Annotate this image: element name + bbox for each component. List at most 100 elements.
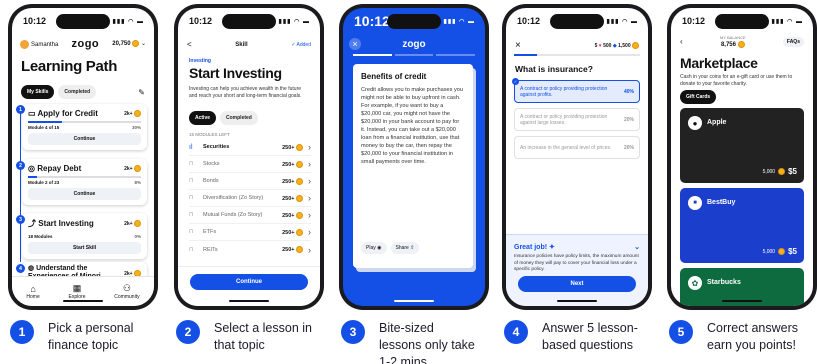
lesson-points: 250+: [282, 195, 295, 202]
skill-card[interactable]: ◎ Repay Debt 2k+ Module 2 of 23 8% Continu…: [22, 159, 147, 205]
start-skill-button[interactable]: Start Skill: [28, 242, 141, 254]
tab-completed[interactable]: Completed: [220, 111, 258, 125]
lesson-points: 250+: [282, 161, 295, 168]
dynamic-island: [387, 14, 441, 29]
brand-name: Apple: [707, 119, 727, 126]
answer-option[interactable]: A contract or policy providing protectio…: [514, 108, 640, 131]
signal-icons: ▮▮▮ ◠ ▬: [443, 18, 475, 25]
lesson-name: ETFs: [203, 229, 217, 235]
step-badge: 3: [341, 320, 365, 344]
progress-label: 18 Modules: [28, 234, 53, 239]
lesson-row[interactable]: ⊓ Mutual Funds (Zo Story) 250+ ›: [189, 207, 311, 224]
lesson-row[interactable]: ⊓ REITs 250+ ›: [189, 241, 311, 258]
feedback-title: Great job!: [514, 244, 548, 251]
added-button[interactable]: ✓ Added: [291, 42, 311, 48]
back-arrow-icon[interactable]: ‹: [680, 37, 683, 46]
question-screen: 10:12 ▮▮▮ ◠ ▬ × 5 ♥ 500 ◆ 1,500 What is i…: [506, 8, 648, 306]
share-button[interactable]: Share ⇧: [390, 242, 420, 254]
chip-gift-cards[interactable]: Gift Cards: [680, 90, 717, 104]
chevron-right-icon: ›: [308, 210, 311, 220]
continue-button[interactable]: Continue: [28, 188, 141, 200]
progress-segment: [436, 54, 476, 56]
skill-card[interactable]: ▭ Apply for Credit 2k+ Module 4 of 15 30% …: [22, 104, 147, 150]
progress-fill: [28, 176, 38, 178]
caption-text: Pick a personal finance topic: [48, 321, 134, 352]
status-time: 10:12: [23, 16, 47, 26]
chevron-right-icon: ›: [308, 227, 311, 237]
progress-segment: [353, 54, 392, 56]
growth-icon: ⤴: [28, 219, 36, 228]
coin-icon: [134, 220, 141, 227]
continue-button[interactable]: Continue: [190, 274, 308, 290]
close-icon[interactable]: ×: [515, 40, 521, 51]
step-number: 3: [16, 215, 25, 224]
points-balance[interactable]: 20,750 ⌄: [112, 40, 146, 48]
lesson-name: Bonds: [203, 178, 219, 184]
next-button[interactable]: Next: [518, 276, 636, 292]
faqs-button[interactable]: FAQs: [782, 36, 804, 47]
dollar-value: $5: [788, 167, 797, 176]
lesson-row[interactable]: ⊓ ETFs 250+ ›: [189, 224, 311, 241]
chevron-down-icon[interactable]: ⌄: [634, 243, 640, 251]
back-arrow-icon[interactable]: <: [187, 40, 192, 49]
learning-path-header: Samantha zogo 20,750 ⌄: [20, 38, 146, 50]
edit-icon[interactable]: ✎: [138, 88, 145, 97]
starbucks-logo-icon: ✿: [688, 276, 702, 290]
lives-count: 5: [594, 42, 598, 49]
coin-icon: [778, 168, 786, 175]
answer-percent: 20%: [623, 116, 634, 123]
lesson-name: REITs: [203, 246, 218, 253]
card-price: 5,000 $5: [763, 167, 797, 176]
zogo-logo: zogo: [402, 39, 426, 50]
play-button[interactable]: Play ◉: [361, 242, 387, 254]
lesson-name: Diversification (Zo Story): [203, 195, 264, 201]
tab-community[interactable]: ⚇ Community: [114, 283, 139, 300]
skill-card[interactable]: ⤴ Start Investing 2k+ 18 Modules 0% Start …: [22, 213, 147, 259]
coin-icon: [632, 42, 639, 49]
answer-option[interactable]: An increase in the general level of pric…: [514, 136, 640, 159]
step-badge: 5: [669, 320, 693, 344]
lesson-card[interactable]: Benefits of credit Credit allows you to …: [353, 64, 473, 268]
question-text: What is insurance?: [515, 64, 593, 74]
continue-button[interactable]: Continue: [28, 133, 141, 145]
page-title: Learning Path: [21, 58, 118, 75]
progress-bar: [28, 121, 141, 123]
lesson-row[interactable]: ⊓ Diversification (Zo Story) 250+ ›: [189, 190, 311, 207]
lock-icon: ⊓: [189, 212, 194, 218]
progress-fill: [28, 121, 62, 123]
lesson-row[interactable]: ⊓ Stocks 250+ ›: [189, 156, 311, 173]
coin-cost: 5,000: [762, 168, 776, 175]
balance-display: MY BALANCE 8,756: [720, 35, 746, 48]
tab-explore[interactable]: ▦ Explore: [69, 283, 86, 300]
lock-icon: ⊓: [189, 178, 194, 184]
progress-segment: [394, 54, 434, 56]
tab-home[interactable]: ⌂ Home: [26, 284, 39, 300]
gift-card-bestbuy[interactable]: ■ BestBuy 5,000 $5: [680, 188, 804, 263]
phone-question: 10:12 ▮▮▮ ◠ ▬ × 5 ♥ 500 ◆ 1,500 What is i…: [502, 4, 652, 310]
skill-points: 2k+: [124, 165, 133, 172]
tab-my-skills[interactable]: My Skills: [21, 85, 55, 99]
user-chip[interactable]: Samantha: [20, 39, 58, 49]
skill-points: 2k+: [124, 220, 133, 227]
coin-icon: [296, 177, 303, 185]
skill-description: Investing can help you achieve wealth in…: [189, 86, 302, 99]
coin-icon: [134, 110, 141, 117]
step-badge: 4: [504, 320, 528, 344]
lesson-row[interactable]: ⊓ Bonds 250+ ›: [189, 173, 311, 190]
progress-percent: 8%: [134, 180, 141, 185]
tab-active[interactable]: Active: [189, 111, 217, 125]
home-icon: ⌂: [30, 283, 36, 294]
step-badge: 1: [10, 320, 34, 344]
marketplace-screen: 10:12 ▮▮▮ ◠ ▬ ‹ MY BALANCE 8,756 FAQs Mark…: [671, 8, 813, 306]
coin-icon: [296, 194, 303, 202]
points-value: 20,750: [112, 41, 131, 48]
lesson-row[interactable]: ıl Securities 250+ ›: [189, 139, 311, 156]
answer-option[interactable]: ✓ A contract or policy providing protect…: [512, 78, 640, 103]
tab-completed[interactable]: Completed: [58, 85, 97, 99]
signal-icons: ▮▮▮ ◠ ▬: [278, 18, 310, 25]
gift-card-apple[interactable]: ● Apple 5,000 $5: [680, 108, 804, 183]
coin-icon: [132, 40, 140, 48]
gem-icon: ◆: [612, 42, 617, 49]
signal-icons: ▮▮▮ ◠ ▬: [606, 18, 638, 25]
modules-left-label: 15 MODULES LEFT: [189, 132, 230, 137]
